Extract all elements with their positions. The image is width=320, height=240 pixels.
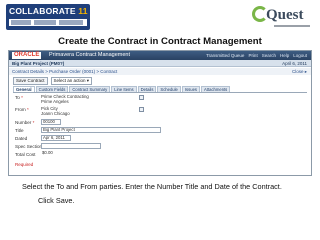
tab-issues[interactable]: Issues [181,86,200,92]
spec-section-label: Spec Section [15,144,43,149]
tab-details[interactable]: Details [137,86,157,92]
number-row: Number * 00100 [13,119,307,127]
tab-custom-fields[interactable]: Custom Fields [35,86,69,92]
header-link-logout[interactable]: Logout [293,52,307,59]
header-links: Transmitted Queue Print Search Help Logo… [206,52,307,59]
header-link-print[interactable]: Print [248,52,257,59]
collaborate-logo: COLLABORATE 11 [6,4,90,30]
toolbar: Save Contract Select an action ▾ [9,76,311,85]
project-name[interactable]: Big Plant Project (PM0?) [12,60,64,67]
collaborate-logo-tagline-bar [9,19,87,26]
to-select-button[interactable] [139,95,144,100]
action-select[interactable]: Select an action ▾ [50,76,93,85]
tab-attachments[interactable]: Attachments [201,86,231,92]
tab-contract-summary[interactable]: Contract Summary [69,86,111,92]
total-cost-label: Total Cost [15,152,36,157]
to-row: To * Prime Check Contracting Prime Angel… [13,94,307,105]
collaborate-logo-number: 11 [78,6,88,16]
dated-label: Dated [15,136,28,141]
tab-bar: General Custom Fields Contract Summary L… [13,86,307,93]
dated-row: Dated Apr 6, 2011 [13,135,307,143]
total-cost-row: Total Cost $0.00 [13,151,307,159]
from-party-line: Joann Chicago [41,111,70,116]
from-select-button[interactable] [139,107,144,112]
dated-field[interactable]: Apr 6, 2011 [41,135,71,141]
save-contract-button[interactable]: Save Contract [13,76,48,85]
oracle-logo: ORACLE [12,52,42,59]
title-label: Title [15,128,24,133]
from-party: Pick City Joann Chicago [41,106,131,116]
number-field[interactable]: 00100 [41,119,61,125]
app-screenshot: ORACLE Primavera Contract Management Tra… [8,50,312,176]
contract-form: To * Prime Check Contracting Prime Angel… [13,94,307,160]
app-name: Primavera Contract Management [49,52,131,58]
title-row: Title Big Plant Project [13,127,307,135]
quest-logo-word: Quest [266,7,304,23]
title-field[interactable]: Big Plant Project [41,127,161,133]
spec-section-select[interactable] [41,143,101,149]
tab-schedule[interactable]: Schedule [157,86,181,92]
header-link-help[interactable]: Help [280,52,289,59]
app-header: ORACLE Primavera Contract Management Tra… [9,51,311,60]
spec-section-row: Spec Section [13,143,307,151]
header-link-search[interactable]: Search [262,52,276,59]
slide-title: Create the Contract in Contract Manageme… [58,36,262,47]
quest-logo-tagline [274,25,310,27]
breadcrumb-path[interactable]: Contract Details > Purchase Order (0001)… [12,68,117,75]
header-link-transmitted-queue[interactable]: Transmitted Queue [206,52,244,59]
to-party-line: Prime Angeles [41,99,69,104]
tab-general[interactable]: General [13,86,35,92]
project-bar: Big Plant Project (PM0?) April 6, 2011 [9,60,311,67]
project-date: April 6, 2011 [282,61,307,66]
number-label: Number [15,120,32,125]
tab-line-items[interactable]: Line Items [111,86,137,92]
to-party: Prime Check Contracting Prime Angeles [41,94,131,104]
required-note: Required [15,162,34,167]
caption-line-2: Click Save. [38,196,75,205]
to-label: To [15,95,20,100]
from-label: From [15,107,26,112]
from-row: From * Pick City Joann Chicago [13,106,307,117]
slide: COLLABORATE 11 Quest Create the Contract… [0,0,320,240]
caption-line-1: Select the To and From parties. Enter th… [22,182,282,191]
collaborate-logo-word: COLLABORATE [9,6,76,16]
total-cost-value: $0.00 [41,151,71,157]
breadcrumb: Contract Details > Purchase Order (0001)… [9,68,311,75]
quest-logo: Quest [250,3,314,33]
close-link[interactable]: Close ▸ [292,68,307,75]
